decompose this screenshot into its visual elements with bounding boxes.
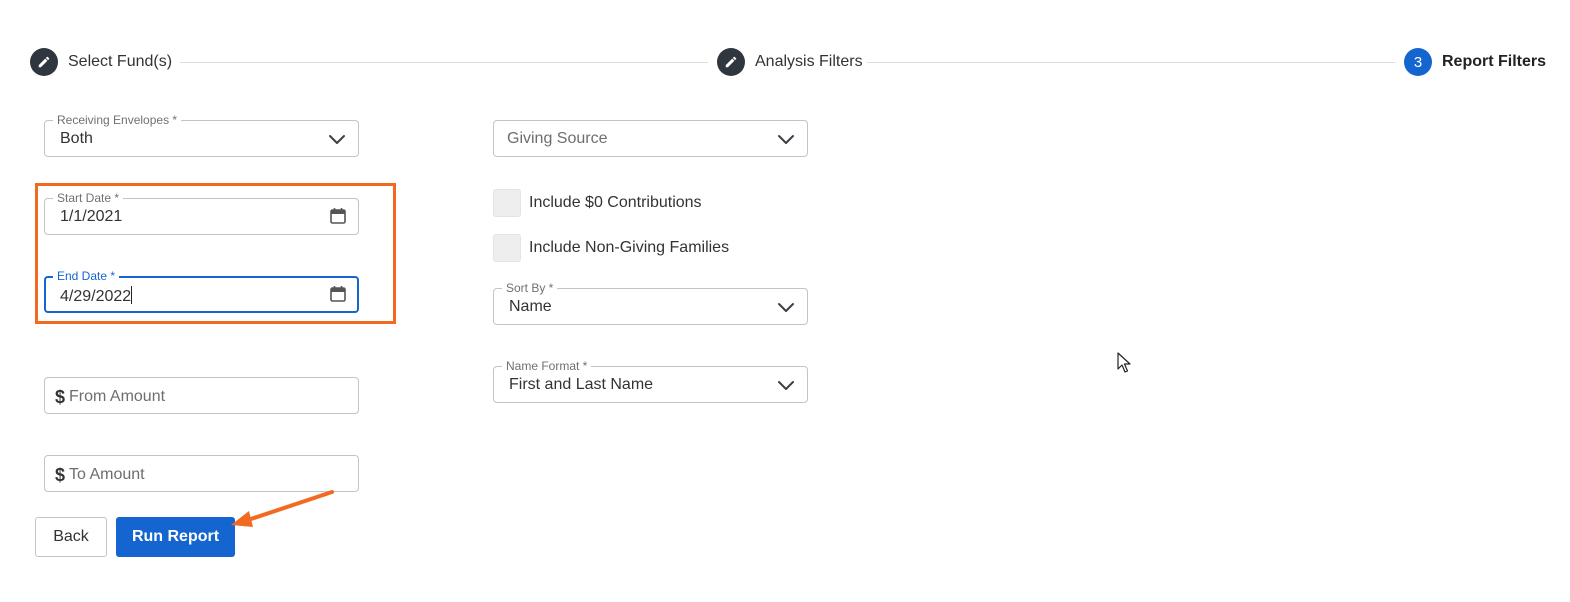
receiving-envelopes-value: Both xyxy=(60,130,93,147)
pencil-icon xyxy=(717,48,745,76)
chevron-down-icon xyxy=(778,303,794,312)
annotation-highlight-box xyxy=(35,183,396,324)
to-amount-placeholder: To Amount xyxy=(69,466,145,483)
receiving-envelopes-select[interactable]: Receiving Envelopes * Both xyxy=(44,113,359,157)
name-format-value: First and Last Name xyxy=(509,376,654,393)
step-connector xyxy=(867,62,1395,63)
step-select-funds[interactable]: Select Fund(s) xyxy=(30,48,172,76)
name-format-label: Name Format * xyxy=(502,359,592,373)
from-amount-placeholder: From Amount xyxy=(69,388,166,405)
include-non-giving-families-option[interactable]: Include Non-Giving Families xyxy=(493,234,729,262)
run-report-button[interactable]: Run Report xyxy=(116,517,235,557)
back-button[interactable]: Back xyxy=(35,517,107,557)
include-zero-contributions-label: Include $0 Contributions xyxy=(529,194,702,211)
receiving-envelopes-label: Receiving Envelopes * xyxy=(53,113,182,127)
step-label: Analysis Filters xyxy=(755,53,863,70)
include-zero-contributions-option[interactable]: Include $0 Contributions xyxy=(493,189,702,217)
sort-by-label: Sort By * xyxy=(502,281,558,295)
step-label: Report Filters xyxy=(1442,53,1547,70)
include-non-giving-families-label: Include Non-Giving Families xyxy=(529,239,730,256)
mouse-cursor-icon xyxy=(1117,352,1131,373)
step-report-filters[interactable]: 3 Report Filters xyxy=(1404,48,1546,76)
name-format-select[interactable]: Name Format * First and Last Name xyxy=(493,359,808,403)
pencil-icon xyxy=(30,48,58,76)
step-number-badge: 3 xyxy=(1404,48,1432,76)
annotation-arrow xyxy=(231,490,334,527)
from-amount-input[interactable]: $ From Amount xyxy=(44,377,359,414)
include-non-giving-families-checkbox[interactable] xyxy=(493,234,521,262)
step-label: Select Fund(s) xyxy=(68,53,173,70)
dollar-icon: $ xyxy=(55,387,66,407)
step-analysis-filters[interactable]: Analysis Filters xyxy=(717,48,863,76)
dollar-icon: $ xyxy=(55,465,66,485)
giving-source-select[interactable]: Giving Source xyxy=(493,120,808,157)
chevron-down-icon xyxy=(329,135,345,144)
sort-by-value: Name xyxy=(509,298,552,315)
chevron-down-icon xyxy=(778,381,794,390)
giving-source-placeholder: Giving Source xyxy=(507,130,608,147)
include-zero-contributions-checkbox[interactable] xyxy=(493,189,521,217)
sort-by-select[interactable]: Sort By * Name xyxy=(493,281,808,325)
chevron-down-icon xyxy=(778,135,794,144)
step-connector xyxy=(180,62,708,63)
